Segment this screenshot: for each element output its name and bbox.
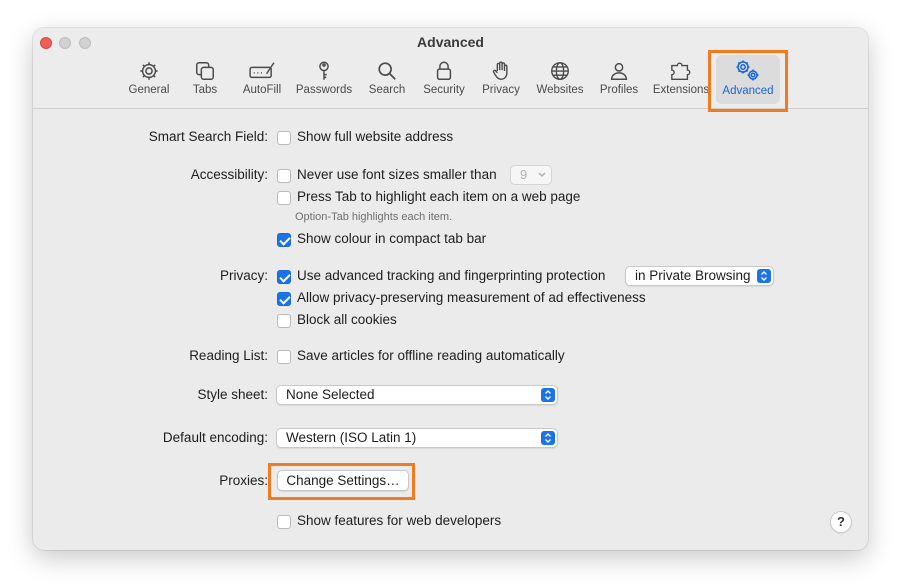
gear-icon [140,62,158,80]
min-font-size-select[interactable]: 9 [510,165,552,185]
tracking-mode-popup[interactable]: in Private Browsing [625,266,774,286]
key-icon [319,61,329,80]
ad-measurement-checkbox[interactable] [277,292,291,306]
style-sheet-label: Style sheet: [197,387,268,402]
chevron-down-icon [538,172,546,177]
puzzle-icon [671,62,691,80]
press-tab-label: Press Tab to highlight each item on a we… [297,189,581,204]
window-title: Advanced [417,34,484,50]
tab-label: Search [368,84,406,96]
tabs-icon [196,62,214,80]
tab-search[interactable]: Search [364,56,410,104]
default-encoding-popup[interactable]: Western (ISO Latin 1) [276,428,558,448]
smart-search-label: Smart Search Field: [148,129,268,144]
tracking-protection-label: Use advanced tracking and fingerprinting… [297,268,606,283]
tab-websites[interactable]: Websites [533,56,587,104]
tracking-protection-checkbox[interactable] [277,270,291,284]
compact-colour-label: Show colour in compact tab bar [297,231,487,246]
autofill-icon [249,62,275,79]
block-cookies-label: Block all cookies [297,312,397,327]
offline-reading-checkbox[interactable] [277,350,291,364]
tab-label: General [128,84,170,96]
min-font-checkbox[interactable] [277,169,291,183]
style-sheet-popup[interactable]: None Selected [276,385,558,405]
tab-label: Tabs [192,84,218,96]
accessibility-label: Accessibility: [190,167,268,182]
tab-label: Passwords [295,84,353,96]
lock-icon [436,61,452,80]
press-tab-checkbox[interactable] [277,191,291,205]
tab-profiles[interactable]: Profiles [594,56,644,104]
tab-autofill[interactable]: AutoFill [238,56,286,104]
search-icon [378,62,396,80]
min-font-size-value: 9 [520,167,528,182]
person-icon [610,62,628,80]
help-button[interactable]: ? [830,511,852,533]
tab-label: Privacy [482,84,520,96]
tab-tabs[interactable]: Tabs [183,56,227,104]
style-sheet-value: None Selected [286,387,375,402]
reading-list-label: Reading List: [189,348,268,363]
ad-measurement-label: Allow privacy-preserving measurement of … [297,290,646,305]
default-encoding-label: Default encoding: [162,430,268,445]
updown-arrows-icon [541,431,555,445]
tab-label: Profiles [599,84,639,96]
block-cookies-checkbox[interactable] [277,314,291,328]
option-tab-hint: Option-Tab highlights each item. [295,211,453,223]
show-full-address-label: Show full website address [297,129,454,144]
proxies-label: Proxies: [219,473,268,488]
tab-label: Security [423,84,465,96]
tab-label: Extensions [652,84,710,96]
tab-general[interactable]: General [125,56,173,104]
advanced-tab-highlight [708,50,788,112]
globe-icon [551,62,569,80]
show-full-address-checkbox[interactable] [277,131,291,145]
tab-label: AutoFill [242,84,282,96]
tab-label: Websites [536,84,584,96]
developer-features-checkbox[interactable] [277,515,291,529]
updown-arrows-icon [757,269,771,283]
privacy-label: Privacy: [219,268,268,283]
hand-icon [492,61,508,80]
default-encoding-value: Western (ISO Latin 1) [286,430,417,445]
tab-extensions[interactable]: Extensions [652,56,710,104]
tab-privacy[interactable]: Privacy [478,56,524,104]
compact-colour-checkbox[interactable] [277,233,291,247]
tab-passwords[interactable]: Passwords [292,56,356,104]
tab-security[interactable]: Security [419,56,469,104]
offline-reading-label: Save articles for offline reading automa… [297,348,565,363]
developer-features-label: Show features for web developers [297,513,502,528]
tracking-mode-value: in Private Browsing [635,268,751,283]
updown-arrows-icon [541,388,555,402]
min-font-label: Never use font sizes smaller than [297,167,497,182]
change-settings-highlight [268,463,415,500]
